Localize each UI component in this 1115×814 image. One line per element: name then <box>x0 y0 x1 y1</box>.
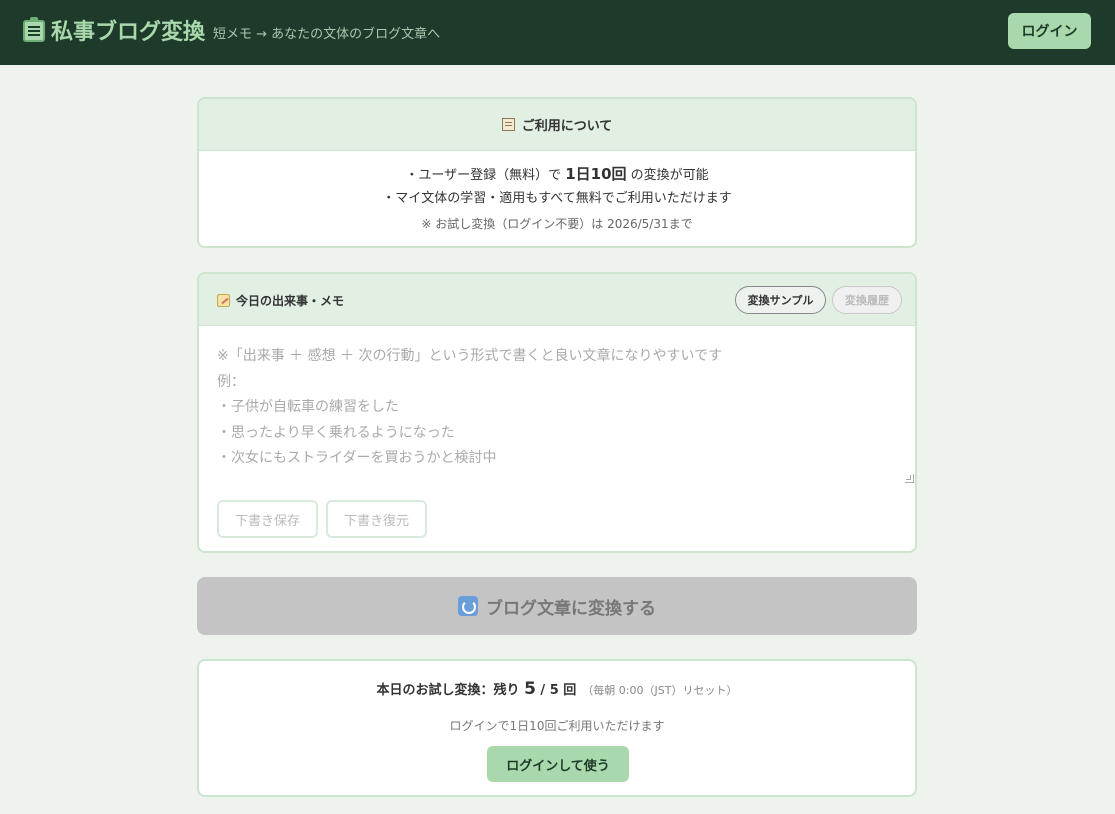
trial-remaining-prefix: 本日のお試し変換：残り <box>376 683 525 698</box>
login-to-use-button[interactable]: ログインして使う <box>487 746 629 782</box>
save-draft-button[interactable]: 下書き保存 <box>217 500 318 538</box>
pencil-icon <box>217 294 230 307</box>
refresh-icon <box>458 596 478 616</box>
memo-card: 今日の出来事・メモ 変換サンプル 変換履歴 ※「出来事 ＋ 感想 ＋ 次の行動」… <box>197 272 917 553</box>
trial-remaining: 本日のお試し変換：残り 5 / 5 回 （毎朝 0:00（JST）リセット） <box>199 679 915 699</box>
trial-total-count: 5 <box>549 683 559 698</box>
usage-info-line-1-prefix: ・ユーザー登録（無料）で <box>405 168 566 183</box>
usage-info-header: ご利用について <box>199 99 915 151</box>
trial-reset-note: （毎朝 0:00（JST）リセット） <box>582 684 738 697</box>
usage-info-daily-limit: 1日10回 <box>565 165 627 183</box>
conversion-sample-button[interactable]: 変換サンプル <box>735 286 826 314</box>
usage-info-line-1: ・ユーザー登録（無料）で 1日10回 の変換が可能 <box>199 163 915 184</box>
memo-title: 今日の出来事・メモ <box>217 292 344 309</box>
trial-status-card: 本日のお試し変換：残り 5 / 5 回 （毎朝 0:00（JST）リセット） ログ… <box>197 659 917 797</box>
convert-to-blog-button[interactable]: ブログ文章に変換する <box>197 577 917 635</box>
memo-header: 今日の出来事・メモ 変換サンプル 変換履歴 <box>199 274 915 326</box>
resize-handle[interactable] <box>905 474 914 483</box>
trial-deadline-note: ※ お試し変換（ログイン不要）は 2026/5/31まで <box>421 217 693 231</box>
usage-info-line-2: ・マイ文体の学習・適用もすべて無料でご利用いただけます <box>382 191 732 206</box>
app-subtitle: 短メモ → あなたの文体のブログ文章へ <box>213 27 441 42</box>
trial-login-note: ログインで1日10回ご利用いただけます <box>449 719 665 733</box>
memo-title-label: 今日の出来事・メモ <box>236 294 345 308</box>
usage-info-card: ご利用について ・ユーザー登録（無料）で 1日10回 の変換が可能 ・マイ文体の… <box>197 97 917 248</box>
restore-draft-button[interactable]: 下書き復元 <box>326 500 427 538</box>
app-header: 私事ブログ変換 短メモ → あなたの文体のブログ文章へ ログイン <box>0 0 1115 65</box>
notebook-icon <box>501 118 515 131</box>
trial-unit: 回 <box>558 683 577 698</box>
usage-info-line-1-suffix: の変換が可能 <box>626 168 709 183</box>
notebook-icon <box>23 17 45 42</box>
login-button[interactable]: ログイン <box>1008 13 1091 49</box>
usage-info-title: ご利用について <box>521 119 613 134</box>
conversion-history-button[interactable]: 変換履歴 <box>832 286 902 314</box>
memo-textarea[interactable]: ※「出来事 ＋ 感想 ＋ 次の行動」という形式で書くと良い文章になりやすいです … <box>199 326 915 486</box>
convert-button-label: ブログ文章に変換する <box>486 598 656 619</box>
trial-separator: / <box>535 683 550 698</box>
trial-remaining-count: 5 <box>524 679 536 699</box>
app-title: 私事ブログ変換 <box>51 20 206 45</box>
